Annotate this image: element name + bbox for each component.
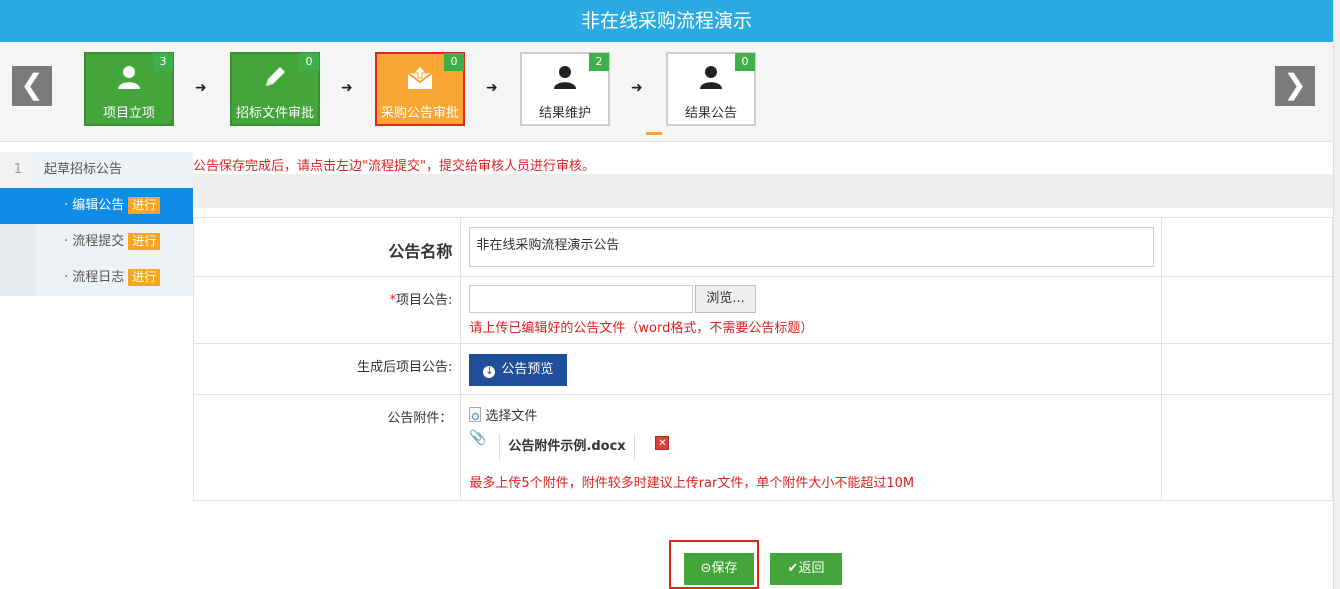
step-project-setup[interactable]: 项目立项 3 <box>84 52 174 126</box>
paperclip-icon: 📎 <box>469 430 487 446</box>
attachment-label: 公告附件： <box>192 394 462 501</box>
document-icon <box>469 407 482 422</box>
page-title: 非在线采购流程演示 <box>0 0 1333 42</box>
sidebar-item-label: · 流程日志 <box>64 270 125 285</box>
attachment-hint: 最多上传5个附件，附件较多时建议上传rar文件，单个附件大小不能超过10M <box>469 476 915 491</box>
sidebar-item-flow-log[interactable]: · 流程日志 进行 <box>0 260 193 296</box>
section-number: 1 <box>0 152 36 188</box>
step-label: 结果公告 <box>684 106 737 121</box>
step-label: 招标文件审批 <box>235 106 314 121</box>
notice-form: 公告名称 非在线采购流程演示公告 *项目公告: 浏览... 请上传已编辑好的公告… <box>192 217 1333 501</box>
status-badge: 进行 <box>128 197 161 214</box>
sidebar: 1 起草招标公告 · 编辑公告 进行 · 流程提交 进行 · 流程日志 进行 <box>0 152 193 296</box>
scrollbar[interactable] <box>1333 0 1340 589</box>
check-icon: ✔ <box>787 561 799 576</box>
download-circle-icon: ↓ <box>483 366 496 378</box>
arrow-right-icon: ➜ <box>195 80 207 96</box>
step-bid-doc-approval[interactable]: 招标文件审批 0 <box>230 52 320 126</box>
step-bar: ❮ 项目立项 3 ➜ 招标文件审批 0 ➜ 采购公告审批 0 ➜ 结果维护 2 … <box>0 42 1333 142</box>
step-result-notice[interactable]: 结果公告 0 <box>666 52 756 126</box>
step-count-badge: 2 <box>589 53 609 71</box>
active-step-indicator <box>646 132 662 135</box>
arrow-right-icon: ➜ <box>341 80 353 96</box>
sidebar-item-edit-notice[interactable]: · 编辑公告 进行 <box>0 188 193 224</box>
step-count-badge: 3 <box>153 53 173 71</box>
status-badge: 进行 <box>128 269 161 286</box>
save-button[interactable]: ⊝保存 <box>684 553 754 585</box>
delete-attachment-icon[interactable]: ✕ <box>655 436 670 450</box>
step-count-badge: 0 <box>444 53 464 71</box>
attachment-item: 📎 公告附件示例.docx ✕ <box>469 430 1161 460</box>
back-button[interactable]: ✔返回 <box>770 553 842 585</box>
generated-notice-label: 生成后项目公告: <box>192 343 462 395</box>
select-file-button[interactable]: 选择文件 <box>469 405 537 424</box>
attachment-file-name[interactable]: 公告附件示例.docx <box>499 434 635 460</box>
arrow-circle-icon: ⊝ <box>700 561 712 576</box>
step-label: 结果维护 <box>538 106 591 121</box>
step-label: 采购公告审批 <box>380 106 459 121</box>
notice-preview-button[interactable]: ↓ 公告预览 <box>469 354 568 386</box>
prev-arrow-button[interactable]: ❮ <box>12 66 52 106</box>
sidebar-item-label: · 编辑公告 <box>64 198 125 213</box>
step-count-badge: 0 <box>735 53 755 71</box>
sidebar-item-flow-submit[interactable]: · 流程提交 进行 <box>0 224 193 260</box>
sidebar-section: 1 起草招标公告 <box>0 152 193 188</box>
upload-hint: 请上传已编辑好的公告文件（word格式，不需要公告标题） <box>469 321 814 336</box>
project-notice-file-input[interactable] <box>469 285 694 313</box>
section-divider <box>193 174 1333 208</box>
notice-name-label: 公告名称 <box>192 217 462 277</box>
browse-button[interactable]: 浏览... <box>695 285 756 313</box>
sidebar-item-label: · 流程提交 <box>64 234 125 249</box>
arrow-right-icon: ➜ <box>486 80 498 96</box>
instruction-notice: 公告保存完成后，请点击左边"流程提交"，提交给审核人员进行审核。 <box>193 159 595 174</box>
next-arrow-button[interactable]: ❯ <box>1275 66 1315 106</box>
step-count-badge: 0 <box>299 53 319 71</box>
step-label: 项目立项 <box>102 106 155 121</box>
arrow-right-icon: ➜ <box>631 80 643 96</box>
section-title: 起草招标公告 <box>36 152 193 188</box>
step-result-maintenance[interactable]: 结果维护 2 <box>520 52 610 126</box>
step-notice-approval[interactable]: 采购公告审批 0 <box>375 52 465 126</box>
project-notice-label: *项目公告: <box>192 276 462 344</box>
status-badge: 进行 <box>128 233 161 250</box>
notice-name-input[interactable]: 非在线采购流程演示公告 <box>469 227 1155 267</box>
